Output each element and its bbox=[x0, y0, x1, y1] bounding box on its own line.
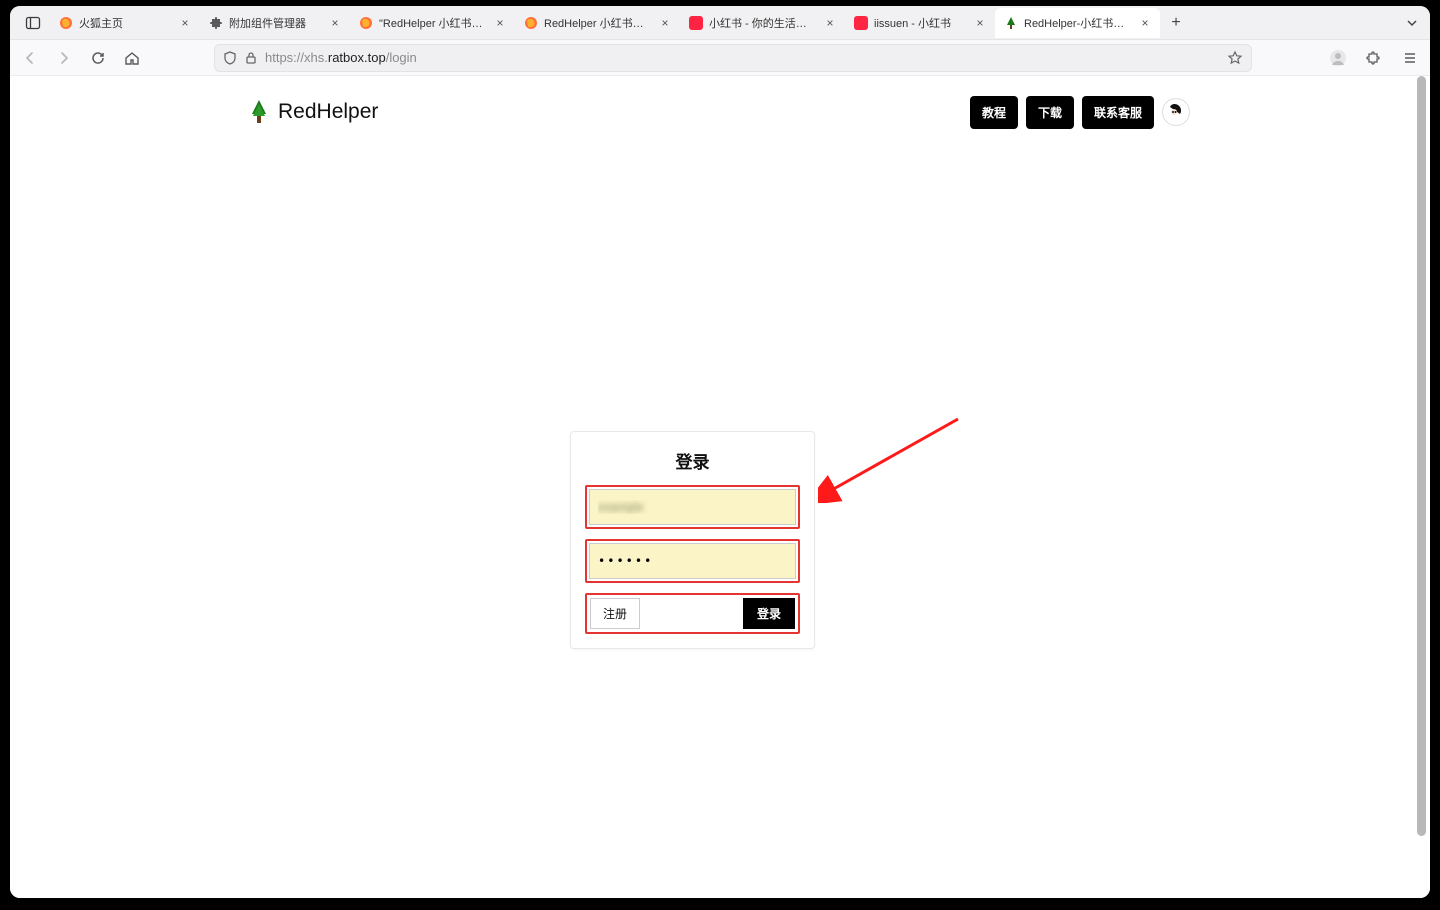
url-text: https://xhs.ratbox.top/login bbox=[265, 50, 1219, 65]
sidebar-toggle-icon[interactable] bbox=[22, 12, 44, 34]
tab-title: 附加组件管理器 bbox=[229, 15, 322, 31]
tutorial-button[interactable]: 教程 bbox=[970, 96, 1018, 129]
username-highlight bbox=[585, 485, 800, 529]
forward-button[interactable] bbox=[52, 46, 76, 70]
scrollbar[interactable] bbox=[1418, 76, 1428, 898]
tree-icon bbox=[1003, 15, 1018, 30]
app-menu-icon[interactable] bbox=[1398, 46, 1422, 70]
tab-overflow-button[interactable] bbox=[1400, 11, 1424, 35]
page-content: RedHelper 教程 下载 联系客服 登录 注册 登录 bbox=[10, 76, 1430, 898]
bookmark-star-icon[interactable] bbox=[1227, 50, 1243, 66]
close-icon[interactable]: × bbox=[823, 16, 837, 30]
back-button[interactable] bbox=[18, 46, 42, 70]
tab-title: "RedHelper 小红书采集助手"的版 bbox=[379, 15, 487, 31]
tab-title: RedHelper 小红书采集助手 – 下载 bbox=[544, 15, 652, 31]
actions-highlight: 注册 登录 bbox=[585, 593, 800, 634]
scrollbar-thumb[interactable] bbox=[1417, 76, 1426, 836]
login-button[interactable]: 登录 bbox=[743, 598, 795, 629]
tab-title: 火狐主页 bbox=[79, 15, 172, 31]
url-bar[interactable]: https://xhs.ratbox.top/login bbox=[214, 44, 1252, 72]
shield-icon[interactable] bbox=[223, 51, 237, 65]
tab-3[interactable]: RedHelper 小红书采集助手 – 下载 × bbox=[515, 8, 680, 38]
tab-title: iissuen - 小红书 bbox=[874, 15, 967, 31]
account-icon[interactable] bbox=[1326, 46, 1350, 70]
close-icon[interactable]: × bbox=[493, 16, 507, 30]
reload-button[interactable] bbox=[86, 46, 110, 70]
close-icon[interactable]: × bbox=[973, 16, 987, 30]
browser-tabstrip: 火狐主页 × 附加组件管理器 × "RedHelper 小红书采集助手"的版 ×… bbox=[10, 6, 1430, 40]
download-button[interactable]: 下载 bbox=[1026, 96, 1074, 129]
firefox-icon bbox=[58, 15, 73, 30]
tab-2[interactable]: "RedHelper 小红书采集助手"的版 × bbox=[350, 8, 515, 38]
browser-toolbar: https://xhs.ratbox.top/login bbox=[10, 40, 1430, 76]
tab-title: 小红书 - 你的生活指南 bbox=[709, 15, 817, 31]
extensions-icon[interactable] bbox=[1362, 46, 1386, 70]
close-icon[interactable]: × bbox=[1138, 16, 1152, 30]
brand-name: RedHelper bbox=[278, 100, 378, 124]
close-icon[interactable]: × bbox=[658, 16, 672, 30]
avatar[interactable] bbox=[1162, 98, 1190, 126]
close-icon[interactable]: × bbox=[178, 16, 192, 30]
username-input[interactable] bbox=[589, 489, 796, 525]
register-button[interactable]: 注册 bbox=[590, 598, 640, 629]
close-icon[interactable]: × bbox=[328, 16, 342, 30]
login-title: 登录 bbox=[585, 448, 800, 473]
puzzle-icon bbox=[208, 15, 223, 30]
firefox-icon bbox=[358, 15, 373, 30]
home-button[interactable] bbox=[120, 46, 144, 70]
tree-icon bbox=[250, 100, 268, 124]
annotation-arrow bbox=[818, 413, 968, 503]
tab-4[interactable]: 小红书 - 你的生活指南 × bbox=[680, 8, 845, 38]
firefox-icon bbox=[523, 15, 538, 30]
brand[interactable]: RedHelper bbox=[250, 100, 378, 124]
password-highlight bbox=[585, 539, 800, 583]
password-input[interactable] bbox=[589, 543, 796, 579]
lock-icon[interactable] bbox=[245, 51, 257, 65]
login-card: 登录 注册 登录 bbox=[570, 431, 815, 649]
xiaohongshu-icon bbox=[853, 15, 868, 30]
tab-1[interactable]: 附加组件管理器 × bbox=[200, 8, 350, 38]
xiaohongshu-icon bbox=[688, 15, 703, 30]
header-actions: 教程 下载 联系客服 bbox=[970, 96, 1190, 129]
tab-6[interactable]: RedHelper-小红书视频、图片去水 × bbox=[995, 8, 1160, 38]
tab-5[interactable]: iissuen - 小红书 × bbox=[845, 8, 995, 38]
tab-0[interactable]: 火狐主页 × bbox=[50, 8, 200, 38]
tab-title: RedHelper-小红书视频、图片去水 bbox=[1024, 15, 1132, 31]
site-header: RedHelper 教程 下载 联系客服 bbox=[250, 88, 1190, 136]
new-tab-button[interactable]: + bbox=[1164, 11, 1188, 35]
contact-button[interactable]: 联系客服 bbox=[1082, 96, 1154, 129]
